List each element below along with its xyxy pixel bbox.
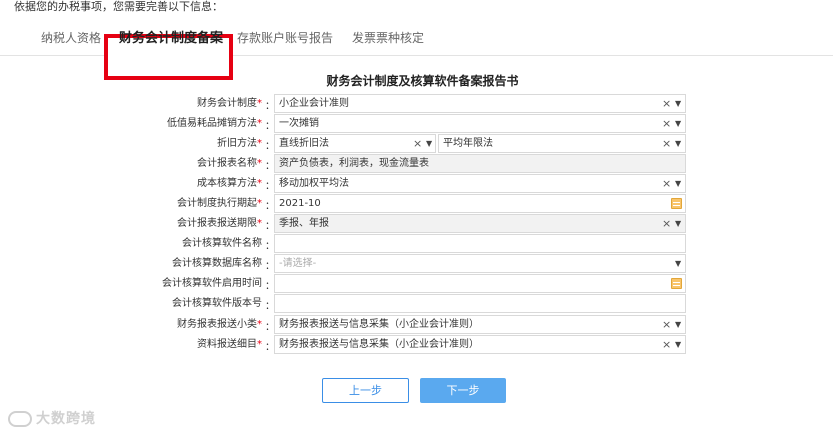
required-mark: *: [257, 319, 262, 330]
accounting-system-select[interactable]: 小企业会计准则 × ▼: [274, 94, 686, 113]
tab-invoice-type-approval[interactable]: 发票票种核定: [352, 30, 424, 46]
clear-icon[interactable]: ×: [662, 175, 671, 192]
calendar-icon[interactable]: [671, 278, 682, 289]
chevron-down-icon[interactable]: ▼: [675, 316, 681, 333]
required-mark: *: [257, 158, 262, 169]
watermark-text: 大数跨境: [36, 411, 96, 427]
required-mark: *: [257, 138, 262, 149]
field-label: 会计核算软件版本号: [172, 298, 262, 309]
effective-period-date-input[interactable]: 2021-10: [274, 194, 686, 213]
chevron-down-icon[interactable]: ▼: [675, 336, 681, 353]
select-value: 季报、年报: [279, 218, 329, 229]
database-name-select[interactable]: -请选择- ▼: [274, 254, 686, 273]
form-row-report-names: 会计报表名称* ： 资产负债表，利润表，现金流量表: [0, 154, 833, 174]
tab-accounting-system-filing[interactable]: 财务会计制度备案: [119, 31, 223, 47]
depreciation-method-select[interactable]: 直线折旧法 × ▼: [274, 134, 436, 153]
submission-details-select[interactable]: 财务报表报送与信息采集（小企业会计准则） × ▼: [274, 335, 686, 354]
form-row-depreciation: 折旧方法* ： 直线折旧法 × ▼ 平均年限法 × ▼: [0, 134, 833, 154]
tab-taxpayer-qualification[interactable]: 纳税人资格: [41, 30, 101, 46]
field-label: 资料报送细目: [197, 339, 257, 350]
chevron-down-icon[interactable]: ▼: [675, 95, 681, 112]
amortization-method-select[interactable]: 一次摊销 × ▼: [274, 114, 686, 133]
select-placeholder: -请选择-: [279, 258, 317, 269]
field-label: 会计制度执行期起: [177, 198, 257, 209]
select-value: 直线折旧法: [279, 138, 329, 149]
field-label: 会计报表报送期限: [177, 218, 257, 229]
select-value: 财务报表报送与信息采集（小企业会计准则）: [279, 339, 479, 350]
report-subcategory-select[interactable]: 财务报表报送与信息采集（小企业会计准则） × ▼: [274, 315, 686, 334]
field-label: 低值易耗品摊销方法: [167, 118, 257, 129]
tab-bar: 纳税人资格 财务会计制度备案 存款账户账号报告 发票票种核定: [0, 22, 833, 80]
form-row-effective-period: 会计制度执行期起* ： 2021-10: [0, 194, 833, 214]
required-mark: *: [257, 339, 262, 350]
watermark-logo-icon: [8, 411, 32, 427]
date-value: 2021-10: [279, 198, 321, 209]
calendar-icon[interactable]: [671, 198, 682, 209]
select-value: 财务报表报送与信息采集（小企业会计准则）: [279, 319, 479, 330]
field-label: 会计核算软件启用时间: [162, 278, 262, 289]
previous-step-button[interactable]: 上一步: [322, 378, 409, 403]
chevron-down-icon[interactable]: ▼: [675, 215, 681, 232]
chevron-down-icon[interactable]: ▼: [426, 135, 432, 152]
form-row-report-period: 会计报表报送期限* ： 季报、年报 × ▼: [0, 214, 833, 234]
chevron-down-icon[interactable]: ▼: [675, 255, 681, 272]
field-label: 会计核算数据库名称: [172, 258, 262, 269]
chevron-down-icon[interactable]: ▼: [675, 115, 681, 132]
form-row-database-name: 会计核算数据库名称 ： -请选择- ▼: [0, 254, 833, 274]
next-step-button[interactable]: 下一步: [420, 378, 506, 403]
cost-accounting-method-select[interactable]: 移动加权平均法 × ▼: [274, 174, 686, 193]
select-value: 一次摊销: [279, 118, 319, 129]
required-mark: *: [257, 178, 262, 189]
chevron-down-icon[interactable]: ▼: [675, 175, 681, 192]
clear-icon[interactable]: ×: [662, 336, 671, 353]
clear-icon[interactable]: ×: [662, 316, 671, 333]
field-label: 成本核算方法: [197, 178, 257, 189]
clear-icon[interactable]: ×: [662, 115, 671, 132]
select-value: 小企业会计准则: [279, 98, 349, 109]
required-mark: *: [257, 198, 262, 209]
field-label: 财务会计制度: [197, 98, 257, 109]
tab-deposit-account-report[interactable]: 存款账户账号报告: [237, 30, 333, 46]
clear-icon[interactable]: ×: [662, 95, 671, 112]
clear-icon[interactable]: ×: [413, 135, 422, 152]
chevron-down-icon[interactable]: ▼: [675, 135, 681, 152]
report-names-field: 资产负债表，利润表，现金流量表: [274, 154, 686, 173]
form-row-low-value-amortization: 低值易耗品摊销方法* ： 一次摊销 × ▼: [0, 114, 833, 134]
required-mark: *: [257, 218, 262, 229]
software-version-input[interactable]: [274, 294, 686, 313]
required-mark: *: [257, 98, 262, 109]
field-label: 折旧方法: [217, 138, 257, 149]
select-value: 移动加权平均法: [279, 178, 349, 189]
form-row-report-subcategory: 财务报表报送小类* ： 财务报表报送与信息采集（小企业会计准则） × ▼: [0, 315, 833, 335]
form-row-submission-details: 资料报送细目* ： 财务报表报送与信息采集（小企业会计准则） × ▼: [0, 335, 833, 355]
field-label: 会计报表名称: [197, 158, 257, 169]
form-row-software-name: 会计核算软件名称 ：: [0, 234, 833, 254]
form-row-cost-accounting: 成本核算方法* ： 移动加权平均法 × ▼: [0, 174, 833, 194]
software-start-date-input[interactable]: [274, 274, 686, 293]
form-row-software-start-time: 会计核算软件启用时间 ：: [0, 274, 833, 294]
clear-icon[interactable]: ×: [662, 135, 671, 152]
field-label: 会计核算软件名称: [182, 238, 262, 249]
watermark: 大数跨境: [8, 408, 96, 428]
clear-icon[interactable]: ×: [662, 215, 671, 232]
software-name-input[interactable]: [274, 234, 686, 253]
depreciation-submethod-select[interactable]: 平均年限法 × ▼: [438, 134, 686, 153]
required-mark: *: [257, 118, 262, 129]
intro-text: 依据您的办税事项，您需要完善以下信息：: [14, 0, 223, 13]
field-value: 资产负债表，利润表，现金流量表: [279, 158, 429, 169]
form-title: 财务会计制度及核算软件备案报告书: [326, 74, 519, 88]
report-period-select[interactable]: 季报、年报 × ▼: [274, 214, 686, 233]
field-label: 财务报表报送小类: [177, 319, 257, 330]
form-row-software-version: 会计核算软件版本号 ：: [0, 294, 833, 314]
select-value: 平均年限法: [443, 138, 493, 149]
form-row-accounting-system: 财务会计制度* ： 小企业会计准则 × ▼: [0, 94, 833, 114]
